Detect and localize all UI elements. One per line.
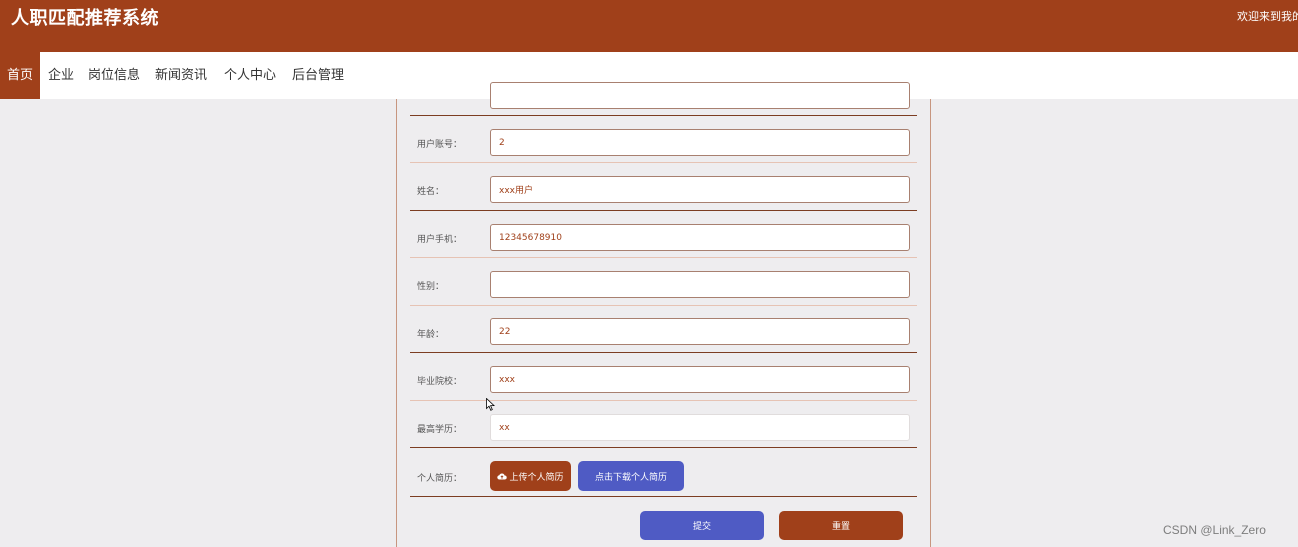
row-divider (410, 257, 917, 258)
nav-item-enterprise[interactable]: 企业 (48, 52, 74, 99)
reset-button[interactable]: 重置 (779, 511, 903, 540)
cloud-upload-icon (497, 472, 508, 480)
school-input[interactable] (490, 366, 910, 393)
welcome-text: 欢迎来到我的 (1237, 10, 1298, 23)
label-account: 用户账号： (417, 140, 463, 150)
age-input[interactable] (490, 318, 910, 345)
label-education: 最高学历： (417, 425, 463, 435)
nav-item-home[interactable]: 首页 (0, 52, 40, 99)
account-input[interactable] (490, 129, 910, 156)
nav-item-jobs[interactable]: 岗位信息 (88, 52, 140, 99)
upload-resume-label: 上传个人简历 (509, 472, 564, 483)
mouse-pointer-icon (486, 396, 496, 411)
label-resume: 个人简历： (417, 474, 463, 484)
education-input[interactable] (490, 414, 910, 441)
name-input[interactable] (490, 176, 910, 203)
row-divider (410, 305, 917, 306)
row-divider (410, 210, 917, 211)
label-school: 毕业院校： (417, 377, 463, 387)
top-header: 人职匹配推荐系统 欢迎来到我的 (0, 0, 1298, 52)
label-name: 姓名： (417, 187, 445, 197)
label-phone: 用户手机： (417, 235, 463, 245)
csdn-watermark: CSDN @Link_Zero (1163, 523, 1266, 537)
phone-input[interactable] (490, 224, 910, 251)
row-divider (410, 352, 917, 353)
nav-item-admin[interactable]: 后台管理 (292, 52, 344, 99)
row-divider (410, 447, 917, 448)
nav-item-personal-center[interactable]: 个人中心 (224, 52, 276, 99)
download-resume-button[interactable]: 点击下载个人简历 (578, 461, 684, 491)
nav-item-news[interactable]: 新闻资讯 (155, 52, 207, 99)
label-age: 年龄： (417, 330, 445, 340)
gender-input[interactable] (490, 271, 910, 298)
label-gender: 性别： (417, 282, 445, 292)
submit-button[interactable]: 提交 (640, 511, 764, 540)
site-title: 人职匹配推荐系统 (11, 8, 159, 29)
row-divider (410, 115, 917, 116)
upload-resume-button[interactable]: 上传个人简历 (490, 461, 571, 491)
scrolled-field-input[interactable] (490, 82, 910, 109)
row-divider (410, 496, 917, 497)
row-divider (410, 162, 917, 163)
